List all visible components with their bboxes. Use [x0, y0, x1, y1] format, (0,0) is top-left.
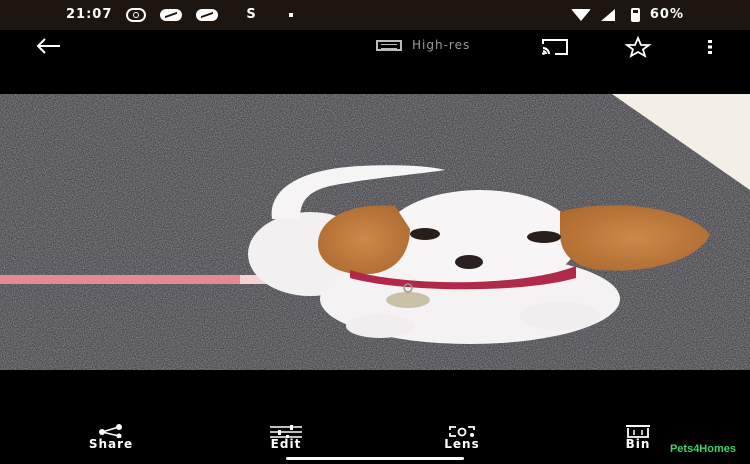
arrow-left-icon	[36, 38, 60, 54]
home-indicator[interactable]	[286, 457, 464, 460]
messenger-icon-2	[196, 8, 219, 21]
more-vert-icon	[708, 40, 712, 54]
cast-icon	[542, 39, 568, 55]
hd-icon	[376, 39, 402, 51]
cast-button[interactable]	[540, 38, 570, 56]
lens-label: Lens	[444, 437, 480, 451]
edit-label: Edit	[270, 437, 302, 451]
more-options-button[interactable]	[700, 36, 720, 58]
high-res-indicator[interactable]: High-res	[376, 38, 470, 52]
battery-icon	[630, 7, 640, 22]
carrier-letter: S	[246, 7, 257, 22]
pets4homes-watermark: Pets4Homes	[669, 443, 736, 455]
share-button[interactable]: Share	[71, 424, 151, 450]
dog-photo	[0, 94, 750, 370]
share-label: Share	[88, 437, 134, 451]
sliders-icon	[270, 425, 302, 438]
share-icon	[99, 424, 122, 438]
photo-actions: Share Edit Lens Bin	[0, 424, 750, 454]
bin-label: Bin	[625, 437, 651, 451]
lens-icon	[449, 426, 475, 437]
status-bar: 21:07 S 60%	[0, 0, 750, 30]
signal-icon	[600, 8, 615, 21]
battery-percent: 60%	[649, 7, 684, 22]
status-left: 21:07 S	[66, 7, 293, 22]
photo-viewer[interactable]	[0, 94, 750, 370]
at-sign-icon	[126, 7, 147, 22]
notification-dot-icon	[288, 12, 293, 17]
messenger-icon	[160, 8, 183, 21]
bin-button[interactable]: Bin	[598, 424, 678, 450]
photo-toolbar: High-res	[0, 30, 750, 64]
back-button[interactable]	[34, 36, 62, 56]
status-time: 21:07	[66, 7, 113, 22]
star-outline-icon	[624, 35, 652, 58]
trash-icon	[626, 425, 650, 438]
lens-button[interactable]: Lens	[422, 424, 502, 450]
high-res-label: High-res	[412, 38, 471, 52]
favorite-button[interactable]	[624, 35, 652, 58]
wifi-icon	[570, 8, 591, 21]
status-right: 60%	[570, 7, 684, 22]
edit-button[interactable]: Edit	[246, 424, 326, 450]
